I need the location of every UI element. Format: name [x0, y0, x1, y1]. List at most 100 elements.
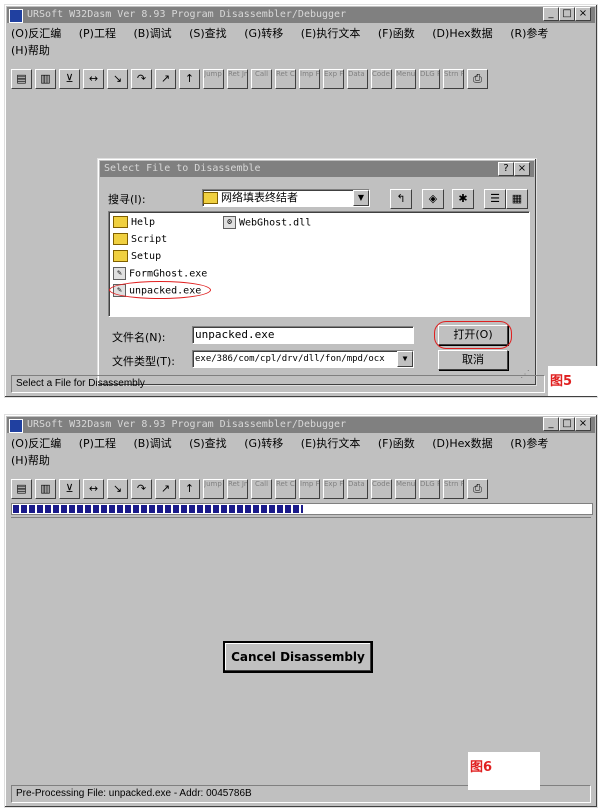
strn-ref-button[interactable]: Strn Ref — [443, 69, 464, 89]
menu-refs[interactable]: (R)参考 — [510, 25, 548, 42]
run-icon[interactable]: ↗ — [155, 479, 176, 499]
exp-fn-button[interactable]: Exp Fn — [323, 69, 344, 89]
title-bar[interactable]: URSoft W32Dasm Ver 8.93 Program Disassem… — [7, 7, 595, 23]
filename-input[interactable]: unpacked.exe — [192, 326, 414, 344]
list-item[interactable]: Script — [113, 233, 167, 247]
menu-functions[interactable]: (F)函数 — [378, 435, 415, 452]
menu-bar: (O)反汇编 (P)工程 (B)调试 (S)查找 (G)转移 (E)执行文本 (… — [11, 435, 591, 469]
menu-search[interactable]: (S)查找 — [189, 25, 227, 42]
data-hex-button[interactable]: Data Hex — [347, 69, 368, 89]
exp-fn-button[interactable]: Exp Fn — [323, 479, 344, 499]
dll-file-icon: ⚙ — [223, 216, 236, 229]
cancel-button[interactable]: 取消 — [438, 350, 508, 370]
jump-to-button[interactable]: Jump To — [203, 479, 224, 499]
dialog-help-button[interactable]: ? — [498, 162, 514, 176]
menu-execute-text[interactable]: (E)执行文本 — [301, 435, 361, 452]
find-icon[interactable]: ⊻ — [59, 69, 80, 89]
menu-search[interactable]: (S)查找 — [189, 435, 227, 452]
file-list: Help Script Setup ✎ FormGhost.exe ✎ unpack… — [108, 211, 530, 317]
up-folder-icon[interactable]: ↰ — [390, 189, 412, 209]
list-item[interactable]: ✎ FormGhost.exe — [113, 267, 207, 282]
list-view-icon[interactable]: ☰ — [484, 189, 506, 209]
open-file-icon[interactable]: ▤ — [11, 69, 32, 89]
menu-debug[interactable]: (B)调试 — [133, 25, 171, 42]
pause-icon[interactable]: ↑ — [179, 69, 200, 89]
menu-refs[interactable]: (R)参考 — [510, 435, 548, 452]
step-into-icon[interactable]: ↘ — [107, 69, 128, 89]
dlg-ref-button[interactable]: DLG Ref — [419, 69, 440, 89]
chevron-down-icon[interactable]: ▼ — [353, 190, 369, 206]
print-icon[interactable]: ⎙ — [467, 479, 488, 499]
ret-jmp-button[interactable]: Ret Jmp — [227, 479, 248, 499]
jump-to-button[interactable]: Jump To — [203, 69, 224, 89]
menu-functions[interactable]: (F)函数 — [378, 25, 415, 42]
menu-debug[interactable]: (B)调试 — [133, 435, 171, 452]
menu-hexdata[interactable]: (D)Hex数据 — [432, 25, 492, 42]
dialog-title[interactable]: Select File to Disassemble — [100, 161, 534, 177]
run-icon[interactable]: ↗ — [155, 69, 176, 89]
load-process-icon[interactable]: ↔ — [83, 479, 104, 499]
toolbar: ▤▥⊻↔↘↷↗↑Jump ToRet JmpCallRet CallImp Fn… — [11, 69, 491, 91]
folder-icon — [113, 216, 128, 228]
close-button[interactable]: × — [575, 7, 591, 21]
filename-label: 文件名(N): — [112, 331, 166, 344]
minimize-button[interactable]: _ — [543, 417, 559, 431]
menu-ref-button[interactable]: Menu Ref — [395, 479, 416, 499]
step-over-icon[interactable]: ↷ — [131, 479, 152, 499]
menu-goto[interactable]: (G)转移 — [244, 25, 283, 42]
new-folder-icon[interactable]: ✱ — [452, 189, 474, 209]
menu-execute-text[interactable]: (E)执行文本 — [301, 25, 361, 42]
code-hex-button[interactable]: Code Hex — [371, 479, 392, 499]
imp-fn-button[interactable]: Imp Fn — [299, 479, 320, 499]
load-process-icon[interactable]: ↔ — [83, 69, 104, 89]
step-over-icon[interactable]: ↷ — [131, 69, 152, 89]
list-item[interactable]: Help — [113, 216, 155, 230]
select-file-dialog: Select File to Disassemble ? × 搜寻(I): 网络… — [97, 158, 537, 386]
dialog-close-button[interactable]: × — [514, 162, 530, 176]
menu-help[interactable]: (H)帮助 — [11, 42, 50, 59]
ret-call-button[interactable]: Ret Call — [275, 69, 296, 89]
open-file-icon[interactable]: ▤ — [11, 479, 32, 499]
menu-hexdata[interactable]: (D)Hex数据 — [432, 435, 492, 452]
menu-disassembler[interactable]: (O)反汇编 — [11, 25, 61, 42]
code-hex-button[interactable]: Code Hex — [371, 69, 392, 89]
minimize-button[interactable]: _ — [543, 7, 559, 21]
call-button[interactable]: Call — [251, 69, 272, 89]
highlight-circle — [109, 281, 211, 299]
desktop-icon[interactable]: ◈ — [422, 189, 444, 209]
menu-project[interactable]: (P)工程 — [79, 25, 116, 42]
exe-file-icon: ✎ — [113, 267, 126, 280]
menu-project[interactable]: (P)工程 — [79, 435, 116, 452]
menu-goto[interactable]: (G)转移 — [244, 435, 283, 452]
details-view-icon[interactable]: ▦ — [506, 189, 528, 209]
find-icon[interactable]: ⊻ — [59, 479, 80, 499]
pause-icon[interactable]: ↑ — [179, 479, 200, 499]
list-item[interactable]: ⚙ WebGhost.dll — [223, 216, 311, 231]
step-into-icon[interactable]: ↘ — [107, 479, 128, 499]
title-bar[interactable]: URSoft W32Dasm Ver 8.93 Program Disassem… — [7, 417, 595, 433]
look-in-combo[interactable]: 网络填表终结者 ▼ — [202, 189, 370, 207]
ret-call-button[interactable]: Ret Call — [275, 479, 296, 499]
save-project-icon[interactable]: ▥ — [35, 479, 56, 499]
print-icon[interactable]: ⎙ — [467, 69, 488, 89]
call-button[interactable]: Call — [251, 479, 272, 499]
maximize-button[interactable]: □ — [559, 7, 575, 21]
data-hex-button[interactable]: Data Hex — [347, 479, 368, 499]
ret-jmp-button[interactable]: Ret Jmp — [227, 69, 248, 89]
filetype-combo[interactable]: exe/386/com/cpl/drv/dll/fon/mpd/ocx ▼ — [192, 350, 414, 368]
window-title: URSoft W32Dasm Ver 8.93 Program Disassem… — [27, 419, 347, 430]
imp-fn-button[interactable]: Imp Fn — [299, 69, 320, 89]
maximize-button[interactable]: □ — [559, 417, 575, 431]
chevron-down-icon[interactable]: ▼ — [397, 351, 413, 367]
menu-ref-button[interactable]: Menu Ref — [395, 69, 416, 89]
save-project-icon[interactable]: ▥ — [35, 69, 56, 89]
strn-ref-button[interactable]: Strn Ref — [443, 479, 464, 499]
menu-bar: (O)反汇编 (P)工程 (B)调试 (S)查找 (G)转移 (E)执行文本 (… — [11, 25, 591, 59]
list-item[interactable]: Setup — [113, 250, 161, 264]
dlg-ref-button[interactable]: DLG Ref — [419, 479, 440, 499]
menu-disassembler[interactable]: (O)反汇编 — [11, 435, 61, 452]
close-button[interactable]: × — [575, 417, 591, 431]
progress-bar — [11, 503, 593, 515]
cancel-disassembly-button[interactable]: Cancel Disassembly — [223, 641, 373, 673]
menu-help[interactable]: (H)帮助 — [11, 452, 50, 469]
